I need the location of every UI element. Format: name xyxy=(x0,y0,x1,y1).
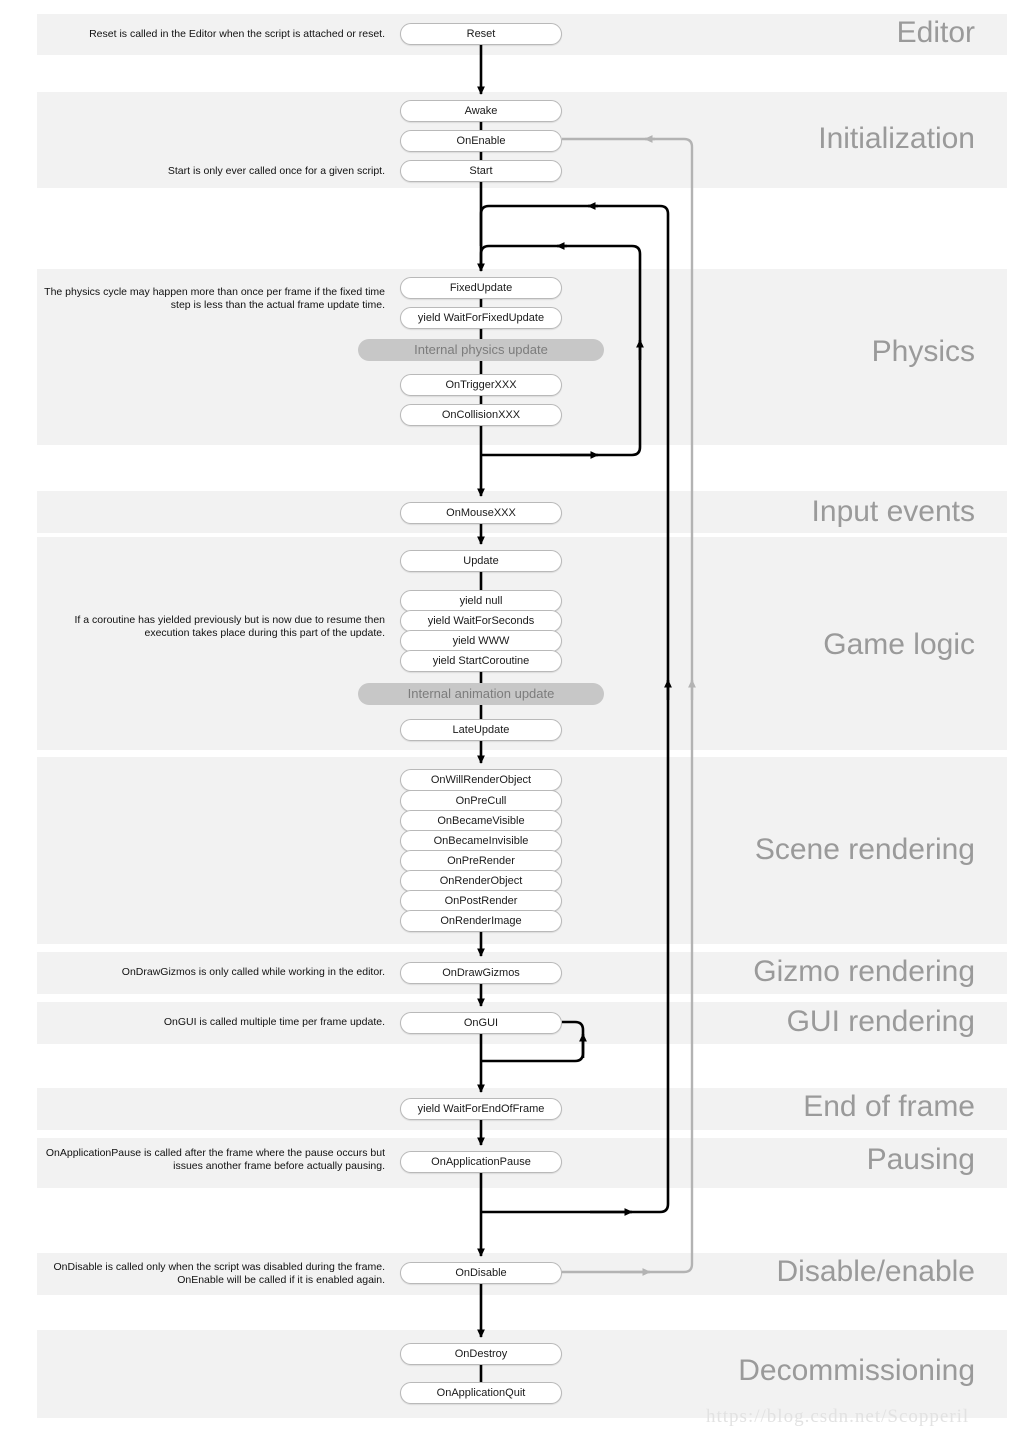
annotation-text: Start is only ever called once for a giv… xyxy=(167,165,385,177)
callback-node[interactable]: yield WaitForEndOfFrame xyxy=(400,1098,562,1120)
internal-step-box[interactable]: Internal animation update xyxy=(358,683,604,705)
phase-band-label: Game logic xyxy=(823,628,975,661)
annotation-text: If a coroutine has yielded previously bu… xyxy=(74,614,385,639)
callback-node[interactable]: OnRenderImage xyxy=(400,910,562,932)
phase-band-label: Decommissioning xyxy=(738,1354,975,1387)
callback-node[interactable]: OnDisable xyxy=(400,1262,562,1284)
phase-band-label: Editor xyxy=(896,16,975,49)
callback-node[interactable]: OnBecameVisible xyxy=(400,810,562,832)
callback-node[interactable]: OnApplicationPause xyxy=(400,1151,562,1173)
callback-node[interactable]: yield null xyxy=(400,590,562,612)
callback-node[interactable]: Start xyxy=(400,160,562,182)
callback-node[interactable]: yield StartCoroutine xyxy=(400,650,562,672)
internal-step-box[interactable]: Internal physics update xyxy=(358,339,604,361)
annotation-text: OnDrawGizmos is only called while workin… xyxy=(121,966,385,978)
callback-node[interactable]: OnEnable xyxy=(400,130,562,152)
callback-node[interactable]: OnBecameInvisible xyxy=(400,830,562,852)
callback-node[interactable]: OnApplicationQuit xyxy=(400,1382,562,1404)
phase-band-label: End of frame xyxy=(803,1090,975,1123)
callback-node[interactable]: yield WWW xyxy=(400,630,562,652)
annotation-text: OnGUI is called multiple time per frame … xyxy=(163,1016,385,1028)
annotation-text: Reset is called in the Editor when the s… xyxy=(89,28,385,40)
callback-node[interactable]: OnPreCull xyxy=(400,790,562,812)
annotation-text: The physics cycle may happen more than o… xyxy=(44,286,385,311)
callback-node[interactable]: Reset xyxy=(400,23,562,45)
callback-node[interactable]: OnPostRender xyxy=(400,890,562,912)
callback-node[interactable]: yield WaitForSeconds xyxy=(400,610,562,632)
callback-node[interactable]: OnDrawGizmos xyxy=(400,962,562,984)
phase-band-label: GUI rendering xyxy=(786,1005,975,1038)
phase-band-label: Gizmo rendering xyxy=(753,955,975,988)
callback-node[interactable]: OnCollisionXXX xyxy=(400,404,562,426)
phase-band-label: Disable/enable xyxy=(776,1255,975,1288)
callback-node[interactable]: FixedUpdate xyxy=(400,277,562,299)
annotation-text: OnApplicationPause is called after the f… xyxy=(45,1147,385,1172)
phase-band-label: Input events xyxy=(811,495,975,528)
callback-node[interactable]: LateUpdate xyxy=(400,719,562,741)
callback-node[interactable]: OnWillRenderObject xyxy=(400,769,562,791)
callback-node[interactable]: OnTriggerXXX xyxy=(400,374,562,396)
annotation-text: OnDisable is called only when the script… xyxy=(53,1261,385,1286)
phase-band-label: Physics xyxy=(871,335,975,368)
phase-band-label: Pausing xyxy=(866,1143,975,1176)
callback-node[interactable]: Update xyxy=(400,550,562,572)
callback-node[interactable]: Awake xyxy=(400,100,562,122)
watermark-text: https://blog.csdn.net/Scopperil xyxy=(706,1406,970,1427)
callback-node[interactable]: OnDestroy xyxy=(400,1343,562,1365)
callback-node[interactable]: OnRenderObject xyxy=(400,870,562,892)
callback-node[interactable]: yield WaitForFixedUpdate xyxy=(400,307,562,329)
callback-node[interactable]: OnMouseXXX xyxy=(400,502,562,524)
phase-band-label: Initialization xyxy=(818,122,975,155)
callback-node[interactable]: OnPreRender xyxy=(400,850,562,872)
diagram-canvas: Editor Initialization Physics Input events G… xyxy=(0,0,1029,1438)
callback-node[interactable]: OnGUI xyxy=(400,1012,562,1034)
phase-band-label: Scene rendering xyxy=(754,833,975,866)
